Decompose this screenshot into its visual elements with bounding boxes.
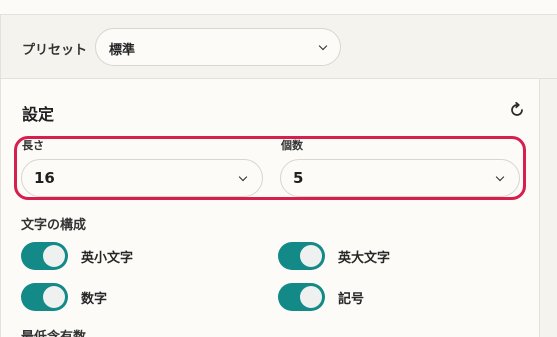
toggle-knob — [300, 245, 322, 267]
chevron-down-icon — [495, 172, 505, 182]
preset-label: プリセット — [22, 43, 88, 58]
count-select-value: 5 — [293, 169, 304, 187]
length-select[interactable]: 16 — [21, 159, 263, 197]
preset-select-value: 標準 — [109, 43, 136, 58]
length-select-value: 16 — [34, 169, 55, 187]
digits-label: 数字 — [81, 292, 108, 307]
digits-toggle[interactable] — [21, 283, 68, 311]
top-strip — [0, 0, 557, 14]
toggle-knob — [43, 286, 65, 308]
composition-title: 文字の構成 — [21, 218, 87, 233]
preset-select[interactable]: 標準 — [95, 28, 341, 66]
minimum-count-title: 最低含有数 — [21, 326, 86, 337]
password-generator: プリセット 標準 設定 長さ 個数 16 5 文字の構成 英小文字 英大文字 数… — [0, 0, 557, 337]
chevron-down-icon — [238, 172, 248, 182]
reset-icon[interactable] — [509, 102, 525, 118]
uppercase-toggle[interactable] — [278, 242, 325, 270]
symbols-label: 記号 — [338, 292, 365, 307]
preset-section: プリセット 標準 — [0, 14, 557, 79]
settings-title: 設定 — [22, 105, 55, 124]
toggle-knob — [300, 286, 322, 308]
length-label: 長さ — [22, 139, 44, 152]
uppercase-label: 英大文字 — [338, 251, 391, 266]
right-gutter — [540, 79, 557, 337]
chevron-down-icon — [318, 41, 328, 51]
count-label: 個数 — [281, 139, 303, 152]
symbols-toggle[interactable] — [278, 283, 325, 311]
count-select[interactable]: 5 — [280, 159, 520, 197]
toggle-knob — [43, 245, 65, 267]
lowercase-label: 英小文字 — [81, 251, 134, 266]
lowercase-toggle[interactable] — [21, 242, 68, 270]
